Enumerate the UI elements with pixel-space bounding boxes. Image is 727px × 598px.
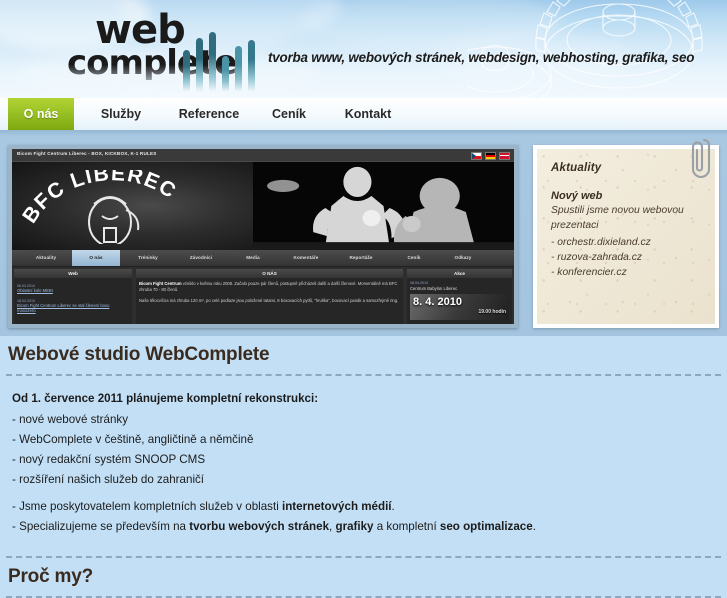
nav-item-reference[interactable]: Reference — [166, 98, 252, 130]
services-pre: - Jsme poskytovatelem kompletních služeb… — [12, 500, 282, 513]
flag-gb-icon[interactable] — [499, 151, 510, 160]
paperclip-icon — [691, 138, 711, 178]
services-bold: internetových médií — [282, 500, 392, 513]
services-paragraph: - Jsme poskytovatelem kompletních služeb… — [12, 500, 717, 513]
preview-col-web-header: Web — [14, 269, 132, 278]
aktuality-link[interactable]: - ruzova-zahrada.cz — [551, 251, 701, 266]
akce-place: Centrum Babylon Liberec — [410, 286, 458, 291]
news-link[interactable]: Oblastní kolo MEBI — [17, 288, 129, 294]
preview-hero-left: BFC LIBEREC — [12, 162, 263, 250]
preview-columns: Web 06.04.2010 Oblastní kolo MEBI 18.02.… — [12, 267, 514, 324]
spec-pre: - Specializujeme se především na — [12, 520, 190, 533]
akce-banner[interactable]: 8. 4. 2010 19.00 hodin — [410, 294, 509, 320]
logo-bar — [235, 46, 242, 92]
preview-col-main: O NÁS Bicom Fight Centrum vzniklo v květ… — [136, 269, 403, 324]
portfolio-screenshot: Bicom Fight Centrum Liberec - BOX, KICKB… — [12, 149, 514, 324]
preview-col-akce: Akce 08.04.2010 Centrum Babylon Liberec … — [407, 269, 512, 324]
preview-paragraph-1: Bicom Fight Centrum vzniklo v květnu rok… — [139, 281, 400, 293]
main-navigation: O nás Služby Reference Ceník Kontakt — [0, 98, 727, 130]
aktuality-heading: Aktuality — [551, 162, 602, 174]
logo-bar — [183, 50, 190, 92]
preview-col-akce-body: 08.04.2010 Centrum Babylon Liberec 8. 4.… — [407, 278, 512, 323]
bullet-item: - nový redakční systém SNOOP CMS — [12, 453, 206, 466]
preview-paragraph-2: Naše tělocvična má zhruba 120 m², po cel… — [139, 298, 399, 304]
services-post: . — [391, 500, 395, 513]
preview-col-web: Web 06.04.2010 Oblastní kolo MEBI 18.02.… — [14, 269, 132, 324]
bullet-item: - nové webové stránky — [12, 413, 128, 426]
spec-bold-1: tvorbu webových stránek — [189, 520, 330, 533]
preview-tabbar: Aktuality O nás Tréninky Závodníci Media Kome… — [12, 250, 514, 267]
preview-col-main-header: O NÁS — [136, 269, 403, 278]
spec-post: . — [532, 520, 536, 533]
preview-language-flags[interactable] — [471, 151, 510, 160]
bullet-item: - rozšíření našich služeb do zahraničí — [12, 473, 205, 486]
logo-bar — [196, 38, 203, 92]
site-tagline: tvorba www, webových stránek, webdesign,… — [268, 50, 695, 65]
preview-titlebar: Bicom Fight Centrum Liberec - BOX, KICKB… — [12, 149, 514, 162]
aktuality-link[interactable]: - konferencier.cz — [551, 266, 701, 281]
aktuality-panel: Aktuality Nový web Spustili jsme novou w… — [533, 138, 719, 328]
preview-tab-odkazy[interactable]: Odkazy — [440, 250, 486, 266]
preview-company-name: Bicom Fight Centrum — [139, 281, 182, 286]
logo-bar — [248, 40, 255, 92]
news-link[interactable]: Bicom Fight Centrum Liberec se stal člen… — [17, 303, 129, 314]
aktuality-link[interactable]: - orchestr.dixieland.cz — [551, 236, 701, 251]
bullet-list: - nové webové stránky - WebComplete v češ… — [12, 413, 717, 486]
nav-shadow — [0, 130, 727, 136]
logo-bar — [222, 56, 229, 92]
preview-tab-media[interactable]: Media — [230, 250, 276, 266]
flag-de-icon[interactable] — [485, 151, 496, 160]
preview-col-akce-header: Akce — [407, 269, 512, 278]
divider-top — [6, 374, 721, 376]
section-body-studio: Od 1. července 2011 plánujeme kompletní … — [0, 382, 727, 552]
section-title-studio: Webové studio WebComplete — [0, 336, 727, 372]
bullet-item: - WebComplete v češtině, angličtině a ně… — [12, 433, 254, 446]
logo-bar — [209, 32, 216, 92]
preview-tab-cen-k[interactable]: Ceník — [392, 250, 436, 266]
spec-bold-3: seo optimalizace — [439, 520, 533, 533]
akce-date: 08.04.2010 — [410, 281, 428, 285]
main-content: Webové studio WebComplete Od 1. července… — [0, 336, 727, 598]
aktuality-item-title: Nový web — [551, 190, 603, 202]
bfc-liberec-logo: BFC LIBEREC — [22, 170, 202, 244]
section-proc-my: Proč my? — [0, 552, 727, 598]
intro-lead: Od 1. července 2011 plánujeme kompletní … — [12, 392, 319, 405]
spec-mid-2: a kompletní — [373, 520, 440, 533]
specialization-paragraph: - Specializujeme se především na tvorbu … — [12, 520, 717, 533]
site-logo[interactable]: web complete — [67, 8, 275, 92]
preview-col-web-body: 06.04.2010 Oblastní kolo MEBI 18.02.2010… — [14, 278, 132, 317]
akce-time: 19.00 hodin — [478, 309, 506, 315]
preview-col-main-body: Bicom Fight Centrum vzniklo v květnu rok… — [136, 278, 403, 307]
preview-site-title: Bicom Fight Centrum Liberec - BOX, KICKB… — [17, 151, 157, 156]
preview-tab-aktuality[interactable]: Aktuality — [22, 250, 70, 266]
section-title-proc-my: Proč my? — [0, 558, 727, 596]
akce-big-date: 8. 4. 2010 — [413, 296, 462, 308]
site-header: web complete tvorba www, webových stráne… — [0, 0, 727, 98]
preview-tab-tr-ninky[interactable]: Tréninky — [124, 250, 172, 266]
nav-item-o-n-s[interactable]: O nás — [8, 98, 74, 130]
aktuality-link-list: - orchestr.dixieland.cz - ruzova-zahrada.… — [551, 236, 701, 281]
nav-item-kontakt[interactable]: Kontakt — [330, 98, 406, 130]
nav-item-slu-by[interactable]: Služby — [86, 98, 156, 130]
aktuality-item-text: Spustili jsme novou webovou prezentaci — [551, 205, 684, 231]
spec-bold-2: grafiky — [335, 520, 374, 533]
preview-hero: BFC LIBEREC — [12, 162, 514, 250]
nav-item-cen-k[interactable]: Ceník — [258, 98, 320, 130]
preview-tab-report-e[interactable]: Reportáže — [336, 250, 386, 266]
preview-hero-photo — [252, 162, 514, 250]
news-item[interactable]: 18.02.2010 Bicom Fight Centrum Liberec s… — [17, 299, 129, 314]
gear-decoration-icon — [467, 0, 703, 98]
news-item[interactable]: 06.04.2010 Oblastní kolo MEBI — [17, 284, 129, 294]
preview-tab-z-vodn-ci[interactable]: Závodníci — [176, 250, 226, 266]
flag-cz-icon[interactable] — [471, 151, 482, 160]
portfolio-screenshot-panel[interactable]: Bicom Fight Centrum Liberec - BOX, KICKB… — [8, 145, 518, 328]
preview-tab-o-n-s[interactable]: O nás — [72, 250, 120, 266]
preview-tab-koment-e[interactable]: Komentáře — [280, 250, 332, 266]
logo-bars-graphic — [183, 14, 261, 92]
